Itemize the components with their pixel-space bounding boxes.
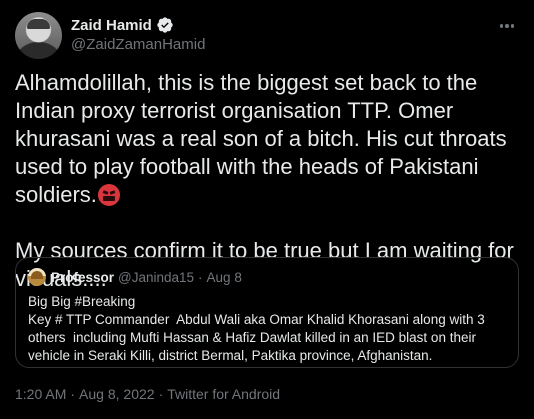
quoted-tweet-date: Aug 8 — [206, 269, 242, 285]
quoted-author-handle: @Janinda15 — [118, 269, 195, 285]
meta-separator: · — [70, 386, 76, 402]
quoted-author-avatar — [28, 268, 46, 286]
tweet-source[interactable]: Twitter for Android — [167, 386, 280, 402]
verified-badge-icon — [156, 16, 174, 34]
author-display-name[interactable]: Zaid Hamid — [71, 17, 152, 34]
author-handle[interactable]: @ZaidZamanHamid — [71, 36, 205, 53]
avatar-hat-detail — [27, 19, 50, 29]
quoted-author-name: Professor — [51, 269, 115, 285]
quoted-tweet-text: Big Big #Breaking Key # TTP Commander Ab… — [28, 294, 485, 363]
tweet-header: Zaid Hamid @ZaidZamanHamid — [15, 12, 519, 60]
author-avatar[interactable] — [15, 12, 62, 59]
enraged-face-emoji-icon — [97, 184, 120, 206]
tweet-time[interactable]: 1:20 AM — [15, 386, 66, 402]
tweet-meta: 1:20 AM · Aug 8, 2022 · Twitter for Andr… — [15, 386, 280, 402]
tweet-date[interactable]: Aug 8, 2022 — [79, 386, 155, 402]
quoted-tweet[interactable]: Professor @Janinda15 · Aug 8 Big Big #Br… — [15, 257, 519, 368]
tweet-text-line1: Alhamdolillah, this is the biggest set b… — [15, 70, 507, 207]
name-row: Zaid Hamid — [71, 15, 205, 35]
author-names: Zaid Hamid @ZaidZamanHamid — [71, 15, 205, 54]
meta-separator: · — [158, 386, 164, 402]
quoted-dot-separator: · — [198, 269, 203, 285]
more-options-icon[interactable] — [495, 16, 519, 36]
quoted-tweet-header: Professor @Janinda15 · Aug 8 — [28, 268, 506, 286]
tweet: Zaid Hamid @ZaidZamanHamid Alhamdolillah… — [0, 0, 534, 419]
